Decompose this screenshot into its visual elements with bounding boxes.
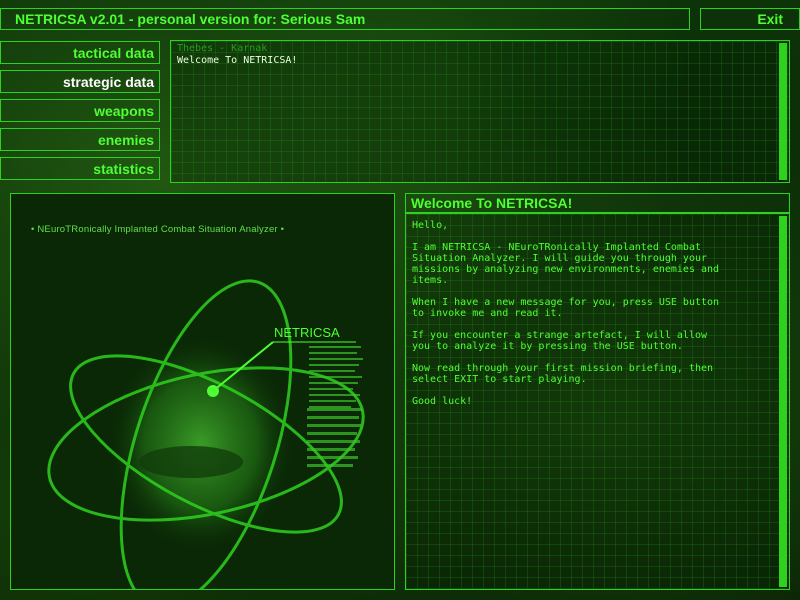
message-list-item[interactable]: Welcome To NETRICSA! — [177, 55, 297, 66]
nav-label: enemies — [97, 132, 154, 148]
netricsa-image-panel: • NEuroTRonically Implanted Combat Situa… — [10, 193, 395, 590]
message-body-text: Hello, I am NETRICSA - NEuroTRonically I… — [412, 220, 720, 407]
nav-label: tactical data — [73, 45, 154, 61]
netricsa-orbit-illustration: NETRICSA — [47, 279, 365, 589]
title-bar: NETRICSA v2.01 - personal version for: S… — [0, 8, 690, 30]
nav-enemies-button[interactable]: enemies — [0, 128, 160, 151]
message-location: Thebes - Karnak — [177, 43, 268, 54]
app-title: NETRICSA v2.01 - personal version for: S… — [15, 11, 366, 27]
message-heading: Welcome To NETRICSA! — [405, 193, 790, 213]
nav-label: weapons — [94, 103, 154, 119]
nav-label: statistics — [93, 161, 154, 177]
message-body-panel: Hello, I am NETRICSA - NEuroTRonically I… — [405, 213, 790, 590]
netricsa-label: NETRICSA — [274, 325, 340, 340]
nav-weapons-button[interactable]: weapons — [0, 99, 160, 122]
message-list-scrollbar[interactable] — [779, 43, 787, 180]
message-body-scrollbar[interactable] — [779, 216, 787, 587]
nav-tactical-data-button[interactable]: tactical data — [0, 41, 160, 64]
message-list: Thebes - Karnak Welcome To NETRICSA! — [170, 40, 790, 183]
target-dot-icon — [207, 385, 219, 397]
nav-strategic-data-button[interactable]: strategic data — [0, 70, 160, 93]
goggles-shape — [139, 446, 243, 478]
nav-label: strategic data — [62, 74, 154, 90]
decorative-text-block — [307, 346, 363, 467]
exit-button[interactable]: Exit — [700, 8, 800, 30]
exit-label: Exit — [757, 11, 783, 27]
nav-statistics-button[interactable]: statistics — [0, 157, 160, 180]
message-title: Welcome To NETRICSA! — [411, 195, 573, 211]
